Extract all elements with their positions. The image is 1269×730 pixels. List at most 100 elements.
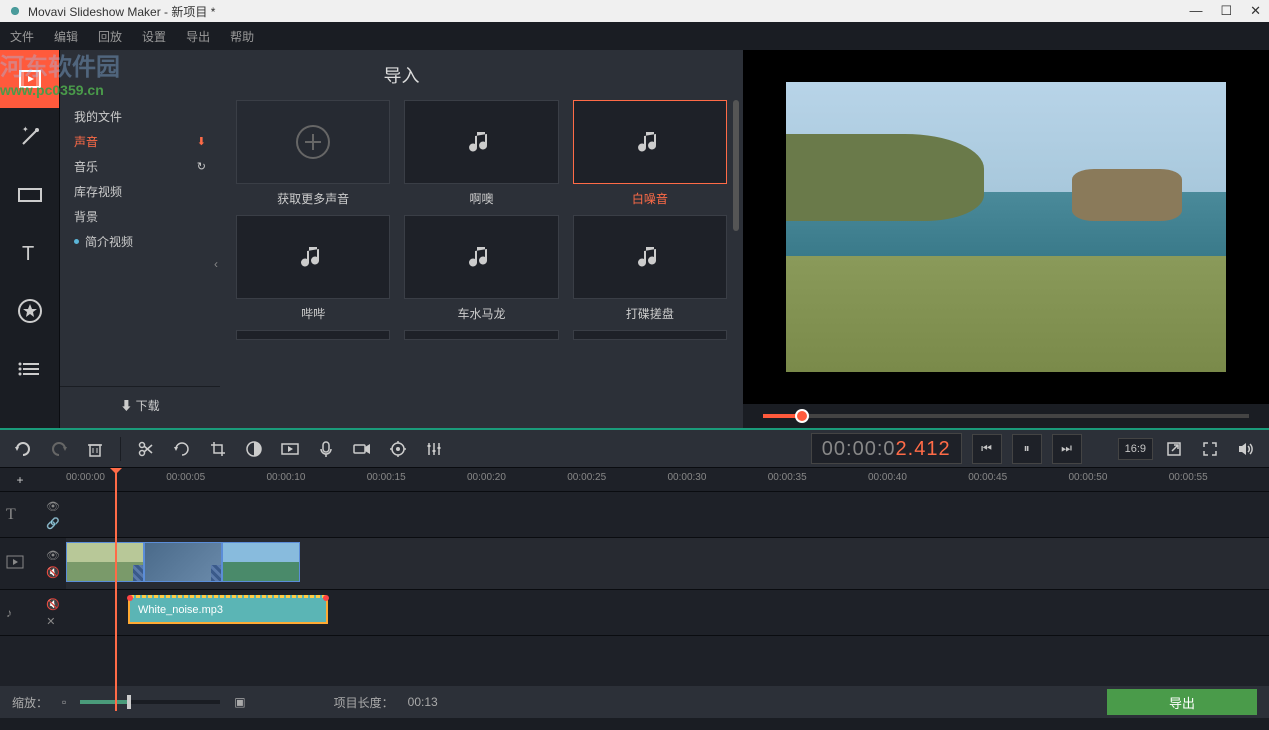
split-button[interactable] [131,434,161,464]
menubar: 文件 编辑 回放 设置 导出 帮助 河东软件园 www.pc0359.cn [0,22,1269,50]
timeline: + 00:00:00 00:00:05 00:00:10 00:00:15 00… [0,468,1269,718]
record-video-button[interactable] [347,434,377,464]
mute-icon[interactable]: 🔇 [46,566,60,579]
detach-preview-button[interactable] [1159,434,1189,464]
bottom-bar: 缩放： ▫ ▣ 项目长度： 00:13 导出 [0,686,1269,718]
record-audio-button[interactable] [311,434,341,464]
rotate-button[interactable] [167,434,197,464]
mute-icon[interactable]: 🔇 [46,598,60,611]
close-button[interactable]: ✕ [1250,3,1261,19]
download-icon: ⬇ [197,135,206,148]
svg-text:T: T [22,243,34,265]
category-music[interactable]: 音乐↻ [60,154,220,179]
nav-more-button[interactable] [0,340,59,398]
equalizer-button[interactable] [419,434,449,464]
music-note-icon [636,128,664,156]
dot-icon [74,239,79,244]
volume-button[interactable] [1231,434,1261,464]
video-clip-2[interactable] [144,542,222,582]
seek-handle[interactable] [795,409,809,423]
tile-sound-scratch[interactable]: 打碟搓盘 [573,215,727,322]
eye-icon[interactable]: 👁 [46,500,60,513]
category-intro-video[interactable]: 简介视频 [60,229,220,254]
aspect-ratio-button[interactable]: 16:9 [1118,438,1153,460]
category-backgrounds[interactable]: 背景 [60,204,220,229]
tile-grid: 获取更多声音 啊噢 白噪音 哔哔 [220,100,743,428]
preview-seekbar[interactable] [743,404,1269,428]
menu-help[interactable]: 帮助 [230,28,254,45]
music-note-icon [467,128,495,156]
video-clip-1[interactable] [66,542,144,582]
redo-button[interactable] [44,434,74,464]
video-clip-3[interactable] [222,542,300,582]
transition-wizard-button[interactable] [275,434,305,464]
maximize-button[interactable]: ☐ [1220,3,1232,19]
tile-scrollbar[interactable] [733,100,739,428]
timeline-ruler[interactable]: + 00:00:00 00:00:05 00:00:10 00:00:15 00… [0,468,1269,492]
project-length-label: 项目长度： [334,694,394,711]
menu-edit[interactable]: 编辑 [54,28,78,45]
zoom-in-icon[interactable]: ▣ [234,695,245,709]
menu-settings[interactable]: 设置 [142,28,166,45]
download-button[interactable]: ⬇ 下载 [60,386,220,424]
preview-panel: ? [743,50,1269,428]
nav-titles-button[interactable]: T [0,224,59,282]
next-frame-button[interactable]: ⏭ [1052,434,1082,464]
menu-playback[interactable]: 回放 [98,28,122,45]
tile-sound-aou[interactable]: 啊噢 [404,100,558,207]
link-icon[interactable]: 🔗 [46,517,60,530]
pause-button[interactable]: ⏸ [1012,434,1042,464]
fullscreen-button[interactable] [1195,434,1225,464]
refresh-icon: ↻ [197,160,206,173]
prev-frame-button[interactable]: ⏮ [972,434,1002,464]
audio-clip[interactable]: White_noise.mp3 [128,596,328,624]
text-track: T👁🔗 [0,492,1269,538]
text-track-lane[interactable] [66,492,1269,537]
transition-icon[interactable] [133,565,144,581]
menu-export[interactable]: 导出 [186,28,210,45]
timecode-display: 00:00:02.412 [811,433,962,464]
zoom-label: 缩放： [12,694,48,711]
zoom-out-icon[interactable]: ▫ [62,695,66,709]
film-import-icon [16,65,44,93]
nav-stickers-button[interactable] [0,282,59,340]
plus-circle-icon [236,100,390,184]
tile-sound-beep[interactable]: 哔哔 [236,215,390,322]
add-track-button[interactable]: + [0,468,40,492]
crop-button[interactable] [203,434,233,464]
menu-file[interactable]: 文件 [10,28,34,45]
nav-filters-button[interactable]: ✦ [0,108,59,166]
import-heading: 导入 [60,50,743,100]
nav-import-button[interactable] [0,50,59,108]
undo-button[interactable] [8,434,38,464]
color-button[interactable] [239,434,269,464]
audio-clip-label: White_noise.mp3 [138,604,223,616]
music-note-icon [636,243,664,271]
music-note-icon [467,243,495,271]
fx-icon[interactable]: ✕ [46,615,60,628]
category-sounds[interactable]: 声音⬇ [60,129,220,154]
text-icon: T [17,240,43,266]
transition-icon[interactable] [211,565,222,581]
export-button[interactable]: 导出 [1107,689,1257,715]
category-list: 我的文件 声音⬇ 音乐↻ 库存视频 背景 简介视频 ‹ ⬇ 下载 [60,100,220,428]
music-note-icon [299,243,327,271]
minimize-button[interactable]: — [1189,3,1202,19]
nav-transitions-button[interactable] [0,166,59,224]
audio-track-lane[interactable]: White_noise.mp3 [66,590,1269,635]
svg-text:✦: ✦ [22,125,29,134]
category-my-files[interactable]: 我的文件 [60,104,220,129]
import-panel: 导入 我的文件 声音⬇ 音乐↻ 库存视频 背景 简介视频 ‹ ⬇ 下载 获取更多… [60,50,743,428]
category-stock-video[interactable]: 库存视频 [60,179,220,204]
preview-canvas[interactable] [743,50,1269,404]
delete-button[interactable] [80,434,110,464]
tile-sound-white-noise[interactable]: 白噪音 [573,100,727,207]
video-track: 👁🔇 [0,538,1269,590]
zoom-slider[interactable] [80,700,220,704]
tile-get-more-sounds[interactable]: 获取更多声音 [236,100,390,207]
tile-sound-traffic[interactable]: 车水马龙 [404,215,558,322]
video-track-lane[interactable] [66,538,1269,589]
clip-properties-button[interactable] [383,434,413,464]
audio-track-icon: ♪ [6,606,12,620]
eye-icon[interactable]: 👁 [46,549,60,562]
